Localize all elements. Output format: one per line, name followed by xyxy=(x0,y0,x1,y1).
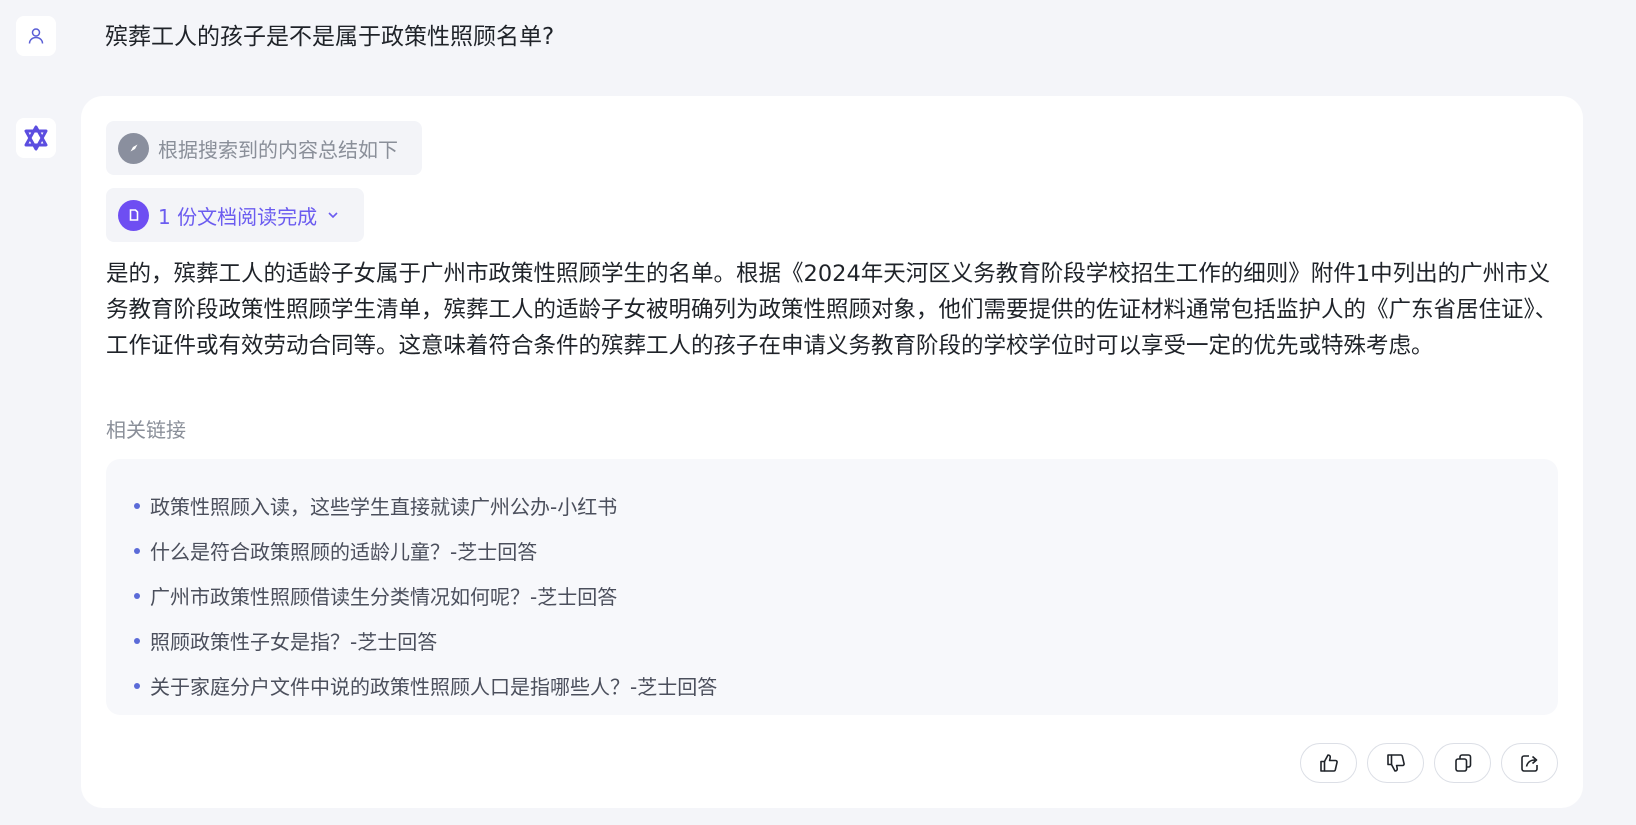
like-button[interactable] xyxy=(1300,743,1357,783)
related-link[interactable]: 什么是符合政策照顾的适龄儿童？-芝士回答 xyxy=(134,528,1558,573)
related-link-text: 照顾政策性子女是指？-芝士回答 xyxy=(150,630,438,654)
documents-read-toggle[interactable]: 1 份文档阅读完成 xyxy=(106,188,365,242)
related-link[interactable]: 政策性照顾入读，这些学生直接就读广州公办-小红书 xyxy=(134,483,1558,528)
copy-icon xyxy=(1454,754,1471,772)
bullet xyxy=(134,592,140,599)
bullet xyxy=(134,502,140,509)
related-link[interactable]: 广州市政策性照顾借读生分类情况如何呢？-芝士回答 xyxy=(134,573,1558,618)
related-link[interactable]: 照顾政策性子女是指？-芝士回答 xyxy=(134,618,1558,663)
related-link-text: 广州市政策性照顾借读生分类情况如何呢？-芝士回答 xyxy=(150,585,618,609)
answer-actions xyxy=(1300,743,1558,783)
document-icon xyxy=(118,199,149,231)
documents-read-label: 1 份文档阅读完成 xyxy=(158,204,318,229)
related-link-text: 什么是符合政策照顾的适龄儿童？-芝士回答 xyxy=(150,540,538,564)
related-links-panel: 政策性照顾入读，这些学生直接就读广州公办-小红书 什么是符合政策照顾的适龄儿童？… xyxy=(106,459,1558,715)
share-icon xyxy=(1520,755,1538,772)
answer-text: 是的，殡葬工人的适龄子女属于广州市政策性照顾学生的名单。根据《2024年天河区义… xyxy=(106,261,1558,359)
thumbs-down-icon xyxy=(1386,754,1405,772)
bullet xyxy=(134,682,140,689)
dislike-button[interactable] xyxy=(1367,743,1424,783)
chevron-down-icon xyxy=(328,212,338,219)
answer-card: 根据搜索到的内容总结如下 1 份文档阅读完成 是的，殡葬工人的适龄子女属于广州市… xyxy=(81,96,1583,808)
bullet xyxy=(134,547,140,554)
user-question: 殡葬工人的孩子是不是属于政策性照顾名单? xyxy=(105,24,555,50)
search-summary-pill: 根据搜索到的内容总结如下 xyxy=(106,121,422,175)
user-avatar xyxy=(16,16,56,56)
bullet xyxy=(134,637,140,644)
assistant-avatar xyxy=(16,118,56,158)
thumbs-up-icon xyxy=(1319,754,1338,772)
related-link-text: 政策性照顾入读，这些学生直接就读广州公办-小红书 xyxy=(150,495,618,519)
copy-button[interactable] xyxy=(1434,743,1491,783)
related-link[interactable]: 关于家庭分户文件中说的政策性照顾人口是指哪些人？-芝士回答 xyxy=(134,663,1558,708)
search-summary-label: 根据搜索到的内容总结如下 xyxy=(158,137,398,162)
related-links-title: 相关链接 xyxy=(106,418,186,442)
share-button[interactable] xyxy=(1501,743,1558,783)
assistant-logo-icon xyxy=(24,125,48,151)
compass-icon xyxy=(118,132,149,164)
related-link-text: 关于家庭分户文件中说的政策性照顾人口是指哪些人？-芝士回答 xyxy=(150,675,718,699)
user-icon xyxy=(28,28,44,44)
